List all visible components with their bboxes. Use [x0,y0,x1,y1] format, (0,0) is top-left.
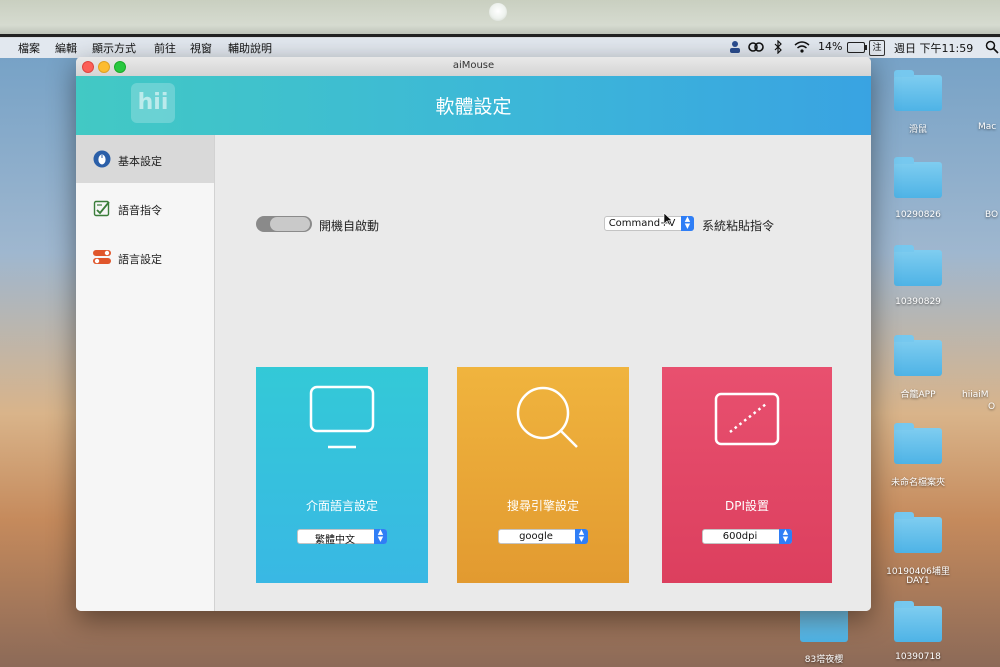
language-toggle-icon [93,250,111,264]
desktop-folder-label: hiiaiM [962,390,989,400]
dpi-select[interactable]: 600dpi ▲ ▼ [702,529,792,544]
menu-window[interactable]: 視窗 [190,40,212,56]
menu-edit[interactable]: 編輯 [55,40,77,56]
search-engine-select[interactable]: google ▲ ▼ [498,529,588,544]
battery-percent: 14% [818,40,843,53]
wifi-icon[interactable] [794,40,810,54]
settings-panel: 開機自啟動 Command+V ▲ ▼ 系統粘貼指令 介面語言設定 繁體中文 ▲ ▼ [215,135,871,611]
select-value: 繁體中文 [315,535,355,546]
battery-icon[interactable] [847,42,867,53]
menu-go[interactable]: 前往 [154,40,176,56]
menu-clock[interactable]: 週日 下午11:59 [894,40,973,56]
paste-shortcut-select[interactable]: Command+V ▲ ▼ [604,216,694,231]
desktop-folder-label: Mac [978,122,997,132]
desktop-folder-icon[interactable] [894,157,942,198]
window-titlebar[interactable]: aiMouse [76,57,871,77]
dpi-icon [714,392,780,446]
app-header: hii 軟體設定 [76,76,871,135]
menu-bar: 檔案 編輯 顯示方式 前往 視窗 輔助說明 14% 注 週日 下午11:59 [0,37,1000,58]
mouse-cursor-icon [663,212,673,226]
sidebar: 基本設定 語音指令 語言設定 [76,135,215,611]
auto-start-toggle[interactable] [256,216,312,232]
paste-shortcut-label: 系統粘貼指令 [702,219,775,233]
page-title: 軟體設定 [435,96,512,118]
desktop-folder-label: 合籠APP [900,390,936,400]
card-title: DPI設置 [724,499,770,513]
sidebar-item-label: 基本設定 [118,155,162,168]
select-value: 600dpi [722,531,758,542]
desktop-folder-icon[interactable] [894,335,942,376]
desktop-folder-label: 83塔夜櫻 [804,655,844,665]
desktop-folder-icon[interactable] [894,512,942,553]
camera-icon [489,3,507,21]
desktop-folder-label: 滑鼠 [908,125,927,135]
menu-help[interactable]: 輔助說明 [228,40,272,56]
card-title: 介面語言設定 [305,499,378,513]
desktop-folder-label: 10390829 [895,297,941,307]
sidebar-item-basic-settings[interactable]: 基本設定 [76,135,214,183]
mouse-icon [93,150,111,168]
desktop-folder-icon[interactable] [894,601,942,642]
menu-view[interactable]: 顯示方式 [92,40,136,56]
card-title: 搜尋引擎設定 [506,499,579,513]
dpi-settings-card[interactable]: DPI設置 600dpi ▲ ▼ [662,367,832,583]
desktop-folder-label: BO [985,210,999,220]
interface-language-card[interactable]: 介面語言設定 繁體中文 ▲ ▼ [256,367,428,583]
spotlight-icon[interactable] [985,40,999,54]
desktop-folder-label: 10390718 [895,652,941,662]
chevron-updown-icon: ▲ ▼ [374,529,387,544]
sidebar-item-language-settings[interactable]: 語言設定 [76,233,214,281]
sidebar-item-voice-commands[interactable]: 語音指令 [76,184,214,232]
search-icon [516,386,578,448]
user-status-icon[interactable] [728,40,742,54]
window-title: aiMouse [452,60,495,71]
desktop-folder-label: DAY1 [906,576,930,586]
chevron-updown-icon: ▲ ▼ [681,216,694,231]
sidebar-item-label: 語言設定 [118,253,162,266]
desktop-folder-icon[interactable] [894,70,942,111]
search-engine-card[interactable]: 搜尋引擎設定 google ▲ ▼ [457,367,629,583]
interface-language-select[interactable]: 繁體中文 ▲ ▼ [297,529,387,546]
creative-cloud-icon[interactable] [748,40,764,54]
input-source-badge[interactable]: 注 [869,40,885,56]
desktop-folder-label: O [988,402,996,412]
menu-file[interactable]: 檔案 [18,40,40,56]
toggle-knob [270,217,310,231]
desktop-folder-label: 10290826 [895,210,941,220]
desktop-folder-icon[interactable] [894,245,942,286]
select-value: google [519,531,553,542]
app-window: aiMouse hii 軟體設定 基本設定 語音指令 語言設定 開機自啟動 Co… [76,57,871,611]
chevron-updown-icon: ▲ ▼ [779,529,792,544]
chevron-updown-icon: ▲ ▼ [575,529,588,544]
monitor-icon [309,385,375,449]
auto-start-label: 開機自啟動 [319,219,380,233]
desktop-folder-icon[interactable] [894,423,942,464]
voice-command-icon [93,200,110,217]
sidebar-item-label: 語音指令 [118,204,162,217]
bluetooth-icon[interactable] [772,40,784,54]
desktop-folder-icon[interactable] [800,601,848,642]
desktop-folder-label: 未命名檔案夾 [890,478,945,488]
